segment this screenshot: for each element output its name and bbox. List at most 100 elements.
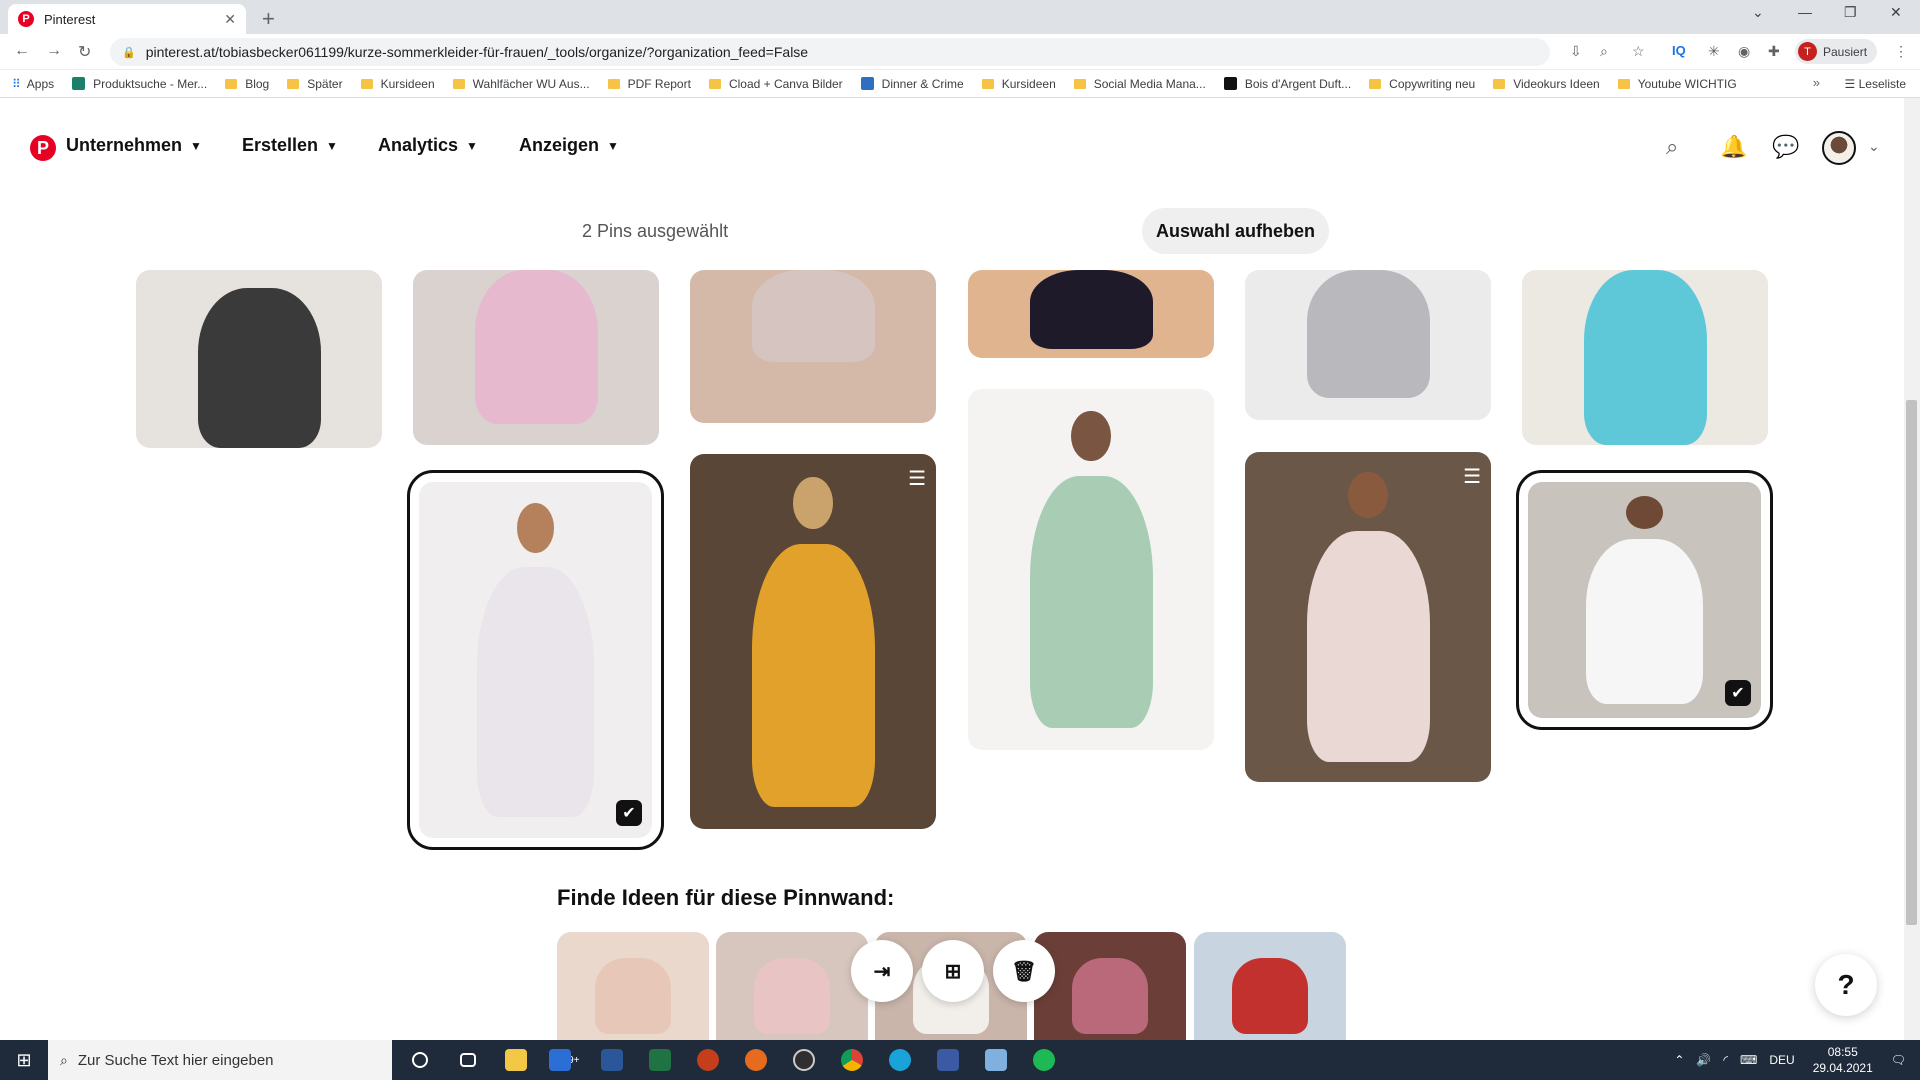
- idea-pin-5[interactable]: [1194, 932, 1346, 1040]
- browser-tab-bar: P Pinterest ✕ + ⌄ — ❐ ✕: [0, 0, 1920, 34]
- bookmark-bois-dargent[interactable]: Bois d'Argent Duft...: [1223, 77, 1351, 91]
- bookmark-kursideen[interactable]: Kursideen: [360, 77, 435, 91]
- pin-image: [1072, 957, 1148, 1034]
- scrollbar-thumb[interactable]: [1906, 400, 1917, 925]
- move-pins-button[interactable]: ⇥: [851, 940, 913, 1002]
- bookmark-videokurs[interactable]: Videokurs Ideen: [1493, 77, 1600, 91]
- pin-image: [474, 270, 598, 424]
- messages-icon[interactable]: 💬: [1772, 134, 1799, 160]
- idea-pin-1[interactable]: [557, 932, 709, 1040]
- close-window-icon[interactable]: ✕: [1890, 4, 1902, 21]
- pin-black-white-floral-dress[interactable]: [136, 270, 382, 448]
- selected-check-icon[interactable]: ✔: [616, 800, 642, 826]
- notifications-bell-icon[interactable]: 🔔: [1720, 134, 1747, 160]
- pin-yellow-floral-dress[interactable]: ☰: [690, 454, 936, 829]
- edge-icon[interactable]: [880, 1040, 920, 1080]
- minimize-icon[interactable]: —: [1798, 4, 1812, 20]
- tray-chevron-up-icon[interactable]: ⌃: [1674, 1053, 1684, 1067]
- pin-menu-icon[interactable]: ☰: [1463, 464, 1481, 489]
- pin-turquoise-floral-dress[interactable]: [1522, 270, 1768, 445]
- close-tab-icon[interactable]: ✕: [224, 11, 236, 28]
- profile-button[interactable]: T Pausiert: [1795, 39, 1878, 64]
- tab-search-icon[interactable]: ⌄: [1752, 4, 1764, 21]
- file-explorer-icon[interactable]: [496, 1040, 536, 1080]
- avatar[interactable]: [1822, 131, 1856, 165]
- keyboard-icon[interactable]: ⌨: [1740, 1053, 1757, 1067]
- chrome-icon[interactable]: [832, 1040, 872, 1080]
- app-icon[interactable]: [736, 1040, 776, 1080]
- spotify-icon[interactable]: [1024, 1040, 1064, 1080]
- forward-icon[interactable]: →: [46, 42, 62, 60]
- bookmark-spaeter[interactable]: Später: [287, 77, 343, 91]
- bookmark-dinner-crime[interactable]: Dinner & Crime: [860, 77, 964, 91]
- nav-unternehmen[interactable]: Unternehmen ▼: [66, 135, 202, 156]
- taskbar-search-field[interactable]: ⌕ Zur Suche Text hier eingeben: [48, 1040, 392, 1080]
- account-chevron-down-icon[interactable]: ⌄: [1868, 138, 1880, 155]
- browser-menu-icon[interactable]: ⋮: [1894, 43, 1908, 60]
- word-icon[interactable]: [592, 1040, 632, 1080]
- bookmark-pdf-report[interactable]: PDF Report: [607, 77, 691, 91]
- bookmark-blog[interactable]: Blog: [225, 77, 269, 91]
- bookmark-apps[interactable]: ⠿ Apps: [12, 77, 54, 91]
- notepad-icon[interactable]: [976, 1040, 1016, 1080]
- language-indicator[interactable]: DEU: [1769, 1053, 1794, 1067]
- back-icon[interactable]: ←: [14, 42, 30, 60]
- copy-pins-button[interactable]: ⊞: [922, 940, 984, 1002]
- pin-dark-cherry-dress[interactable]: [968, 270, 1214, 358]
- powerpoint-icon[interactable]: [688, 1040, 728, 1080]
- app-window-icon[interactable]: [928, 1040, 968, 1080]
- reading-list[interactable]: ☰ Leseliste: [1845, 77, 1906, 91]
- bookmark-produktsuche[interactable]: Produktsuche - Mer...: [72, 77, 207, 91]
- windows-start-icon[interactable]: ⊞: [0, 1050, 48, 1071]
- pin-white-bell-sleeve-dress[interactable]: ✔: [1516, 470, 1773, 730]
- selected-check-icon[interactable]: ✔: [1725, 680, 1751, 706]
- pin-white-floral-ruffle-dress[interactable]: ✔: [407, 470, 664, 850]
- nav-erstellen[interactable]: Erstellen ▼: [242, 135, 338, 156]
- delete-pins-button[interactable]: 🗑: [993, 940, 1055, 1002]
- more-bookmarks-icon[interactable]: »: [1813, 75, 1820, 90]
- address-bar[interactable]: 🔒 pinterest.at/tobiasbecker061199/kurze-…: [110, 38, 1550, 66]
- bookmark-star-icon[interactable]: ☆: [1632, 43, 1645, 60]
- pin-image: [1232, 957, 1308, 1034]
- pin-stairs-floral-dress[interactable]: [690, 270, 936, 423]
- idea-pin-4[interactable]: [1034, 932, 1186, 1040]
- clock[interactable]: 08:55 29.04.2021: [1813, 1044, 1873, 1076]
- restore-icon[interactable]: ❐: [1844, 4, 1857, 21]
- task-view-icon[interactable]: [448, 1040, 488, 1080]
- extension-2-icon[interactable]: ◉: [1738, 43, 1750, 60]
- bookmark-cload-canva[interactable]: Cload + Canva Bilder: [708, 77, 843, 91]
- pinterest-header: P Unternehmen ▼ Erstellen ▼ Analytics ▼ Anz…: [0, 98, 1900, 194]
- new-tab-icon[interactable]: +: [262, 6, 275, 32]
- install-icon[interactable]: ⇩: [1570, 43, 1582, 60]
- extension-iq-icon[interactable]: IQ: [1672, 43, 1686, 58]
- pinterest-logo-icon[interactable]: P: [30, 135, 56, 161]
- bookmark-youtube[interactable]: Youtube WICHTIG: [1617, 77, 1737, 91]
- bookmark-kursideen-2[interactable]: Kursideen: [981, 77, 1056, 91]
- nav-analytics[interactable]: Analytics ▼: [378, 135, 478, 156]
- pin-grey-dress[interactable]: [1245, 270, 1491, 420]
- obs-icon[interactable]: [784, 1040, 824, 1080]
- bookmark-copywriting[interactable]: Copywriting neu: [1369, 77, 1475, 91]
- bookmark-social-media[interactable]: Social Media Mana...: [1073, 77, 1206, 91]
- search-icon[interactable]: ⌕: [1666, 134, 1678, 160]
- excel-icon[interactable]: [640, 1040, 680, 1080]
- pin-red-floral-wrap-dress[interactable]: ☰: [1245, 452, 1491, 782]
- browser-tab[interactable]: P Pinterest ✕: [8, 4, 246, 34]
- help-button[interactable]: ?: [1815, 954, 1877, 1016]
- mail-icon[interactable]: 99+: [544, 1040, 584, 1080]
- volume-icon[interactable]: 🔊: [1696, 1053, 1711, 1067]
- bookmark-wahlfaecher[interactable]: Wahlfächer WU Aus...: [452, 77, 590, 91]
- deselect-button[interactable]: Auswahl aufheben: [1142, 208, 1330, 254]
- nav-anzeigen[interactable]: Anzeigen ▼: [519, 135, 619, 156]
- notifications-icon[interactable]: 🗨: [1891, 1053, 1906, 1067]
- extension-icon[interactable]: ✳: [1708, 43, 1720, 60]
- network-icon[interactable]: ◜: [1723, 1053, 1728, 1067]
- cortana-icon[interactable]: [400, 1040, 440, 1080]
- extensions-puzzle-icon[interactable]: ✚: [1768, 43, 1780, 60]
- reload-icon[interactable]: ↻: [78, 42, 91, 62]
- pin-pink-floral-dress[interactable]: [413, 270, 659, 445]
- zoom-icon[interactable]: ⌕: [1600, 43, 1608, 60]
- pin-mint-floral-dress[interactable]: [968, 389, 1214, 750]
- pin-menu-icon[interactable]: ☰: [908, 466, 926, 491]
- idea-pin-2[interactable]: [716, 932, 868, 1040]
